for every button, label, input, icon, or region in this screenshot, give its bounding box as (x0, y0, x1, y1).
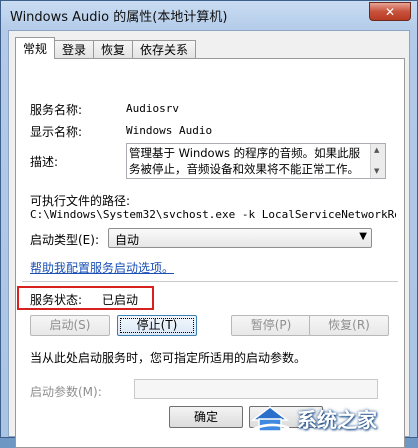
house-logo-icon (250, 406, 290, 432)
tab-recovery[interactable]: 恢复 (93, 40, 134, 59)
ok-button[interactable]: 确定 (169, 406, 243, 428)
exe-path-value: C:\Windows\System32\svchost.exe -k Local… (30, 208, 396, 221)
tab-strip: 常规 登录 恢复 依存关系 (15, 37, 197, 59)
title-bar[interactable]: Windows Audio 的属性(本地计算机) ✕ (1, 1, 417, 29)
focus-outline (120, 318, 194, 333)
close-icon: ✕ (384, 4, 396, 19)
stop-button[interactable]: 停止(T) (117, 315, 197, 336)
chevron-down-icon: ▼ (359, 231, 367, 242)
watermark-text: 系统之家 (297, 407, 377, 432)
display-name-label: 显示名称: (30, 125, 83, 139)
dialog-client-area: 常规 登录 恢复 依存关系 服务名称: Audiosrv 显示名称: Windo… (8, 30, 410, 448)
description-text: 管理基于 Windows 的程序的音频。如果此服务被停止，音频设备和效果将不能正… (129, 146, 361, 176)
description-box[interactable]: 管理基于 Windows 的程序的音频。如果此服务被停止，音频设备和效果将不能正… (126, 143, 386, 179)
service-name-value: Audiosrv (126, 102, 179, 115)
properties-window: Windows Audio 的属性(本地计算机) ✕ 常规 登录 恢复 依存关系… (0, 0, 418, 448)
window-title: Windows Audio 的属性(本地计算机) (10, 10, 228, 25)
watermark-logo: 系统之家 (249, 401, 413, 435)
service-status-value: 已启动 (102, 293, 139, 307)
start-button[interactable]: 启动(S) (30, 315, 110, 336)
description-scrollbar[interactable]: ▲ ▼ (370, 144, 385, 178)
start-params-label: 启动参数(M): (30, 385, 102, 399)
tab-general[interactable]: 常规 (15, 37, 56, 59)
start-params-hint: 当从此处启动服务时，您可指定所适用的启动参数。 (30, 351, 307, 365)
resume-button[interactable]: 恢复(R) (309, 315, 389, 336)
general-tab-panel: 服务名称: Audiosrv 显示名称: Windows Audio 描述: 管… (15, 58, 405, 448)
tab-dependencies[interactable]: 依存关系 (132, 40, 197, 59)
scroll-up-icon[interactable]: ▲ (374, 146, 379, 154)
close-button[interactable]: ✕ (369, 2, 411, 21)
help-configure-link[interactable]: 帮助我配置服务启动选项。 (30, 259, 174, 276)
startup-type-label: 启动类型(E): (30, 233, 99, 247)
service-status-label: 服务状态: (30, 293, 83, 307)
divider (22, 281, 398, 282)
tab-logon[interactable]: 登录 (54, 40, 95, 59)
display-name-value: Windows Audio (126, 124, 213, 137)
scroll-down-icon[interactable]: ▼ (374, 167, 379, 175)
pause-button[interactable]: 暂停(P) (231, 315, 311, 336)
start-params-input[interactable] (134, 379, 378, 399)
service-name-label: 服务名称: (30, 103, 83, 117)
startup-type-select[interactable]: 自动 ▼ (108, 228, 372, 248)
description-label: 描述: (30, 155, 59, 169)
exe-path-label: 可执行文件的路径: (30, 194, 131, 208)
startup-type-value: 自动 (115, 233, 140, 247)
